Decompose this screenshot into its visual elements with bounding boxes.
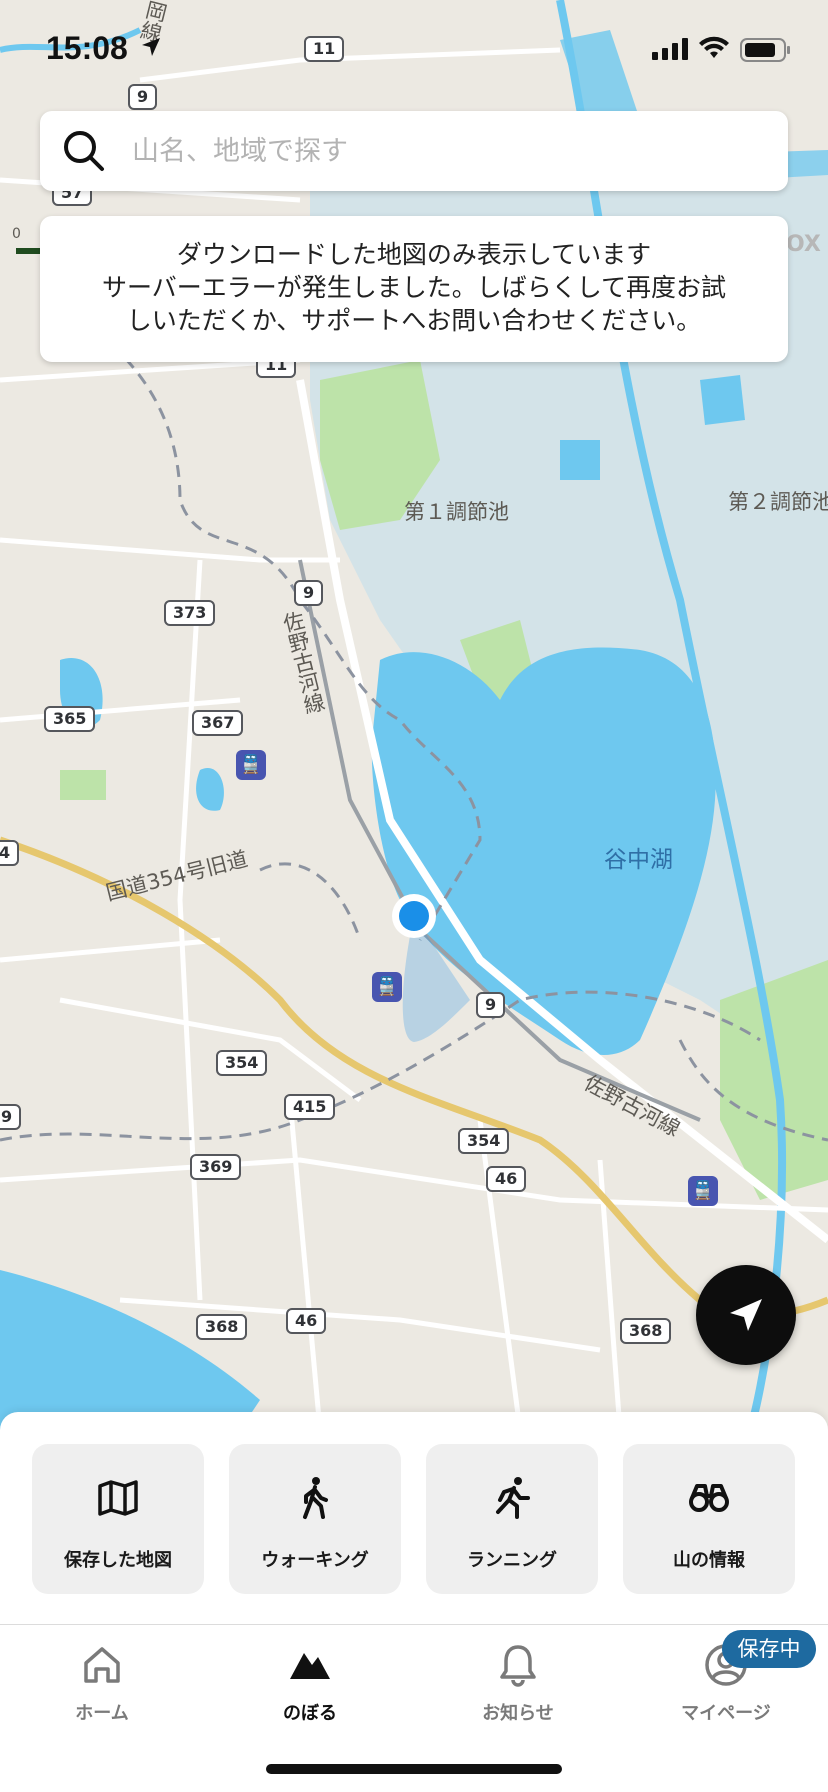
route-shield: 9 [476, 992, 506, 1018]
route-shield: 354 [458, 1128, 510, 1154]
route-shield: 9 [0, 1104, 22, 1130]
action-label: 保存した地図 [64, 1550, 172, 1571]
search-input[interactable] [132, 129, 752, 173]
tab-home[interactable]: ホーム [22, 1643, 182, 1743]
home-icon [84, 1647, 120, 1683]
tab-label: のぼる [283, 1703, 337, 1724]
notice-line: しいただくか、サポートへお問い合わせください。 [126, 306, 702, 335]
wifi-icon [699, 36, 729, 58]
quick-actions-sheet: 保存した地図 ウォーキング ランニング 山の情報 [0, 1412, 828, 1624]
map-label-pond1: 第１調節池 [404, 500, 509, 524]
search-icon [64, 131, 104, 171]
notice-line: サーバーエラーが発生しました。しばらくして再度お試 [101, 273, 726, 302]
notice-line: ダウンロードした地図のみ表示しています [176, 240, 652, 269]
search-bar[interactable] [40, 111, 788, 191]
battery-icon [740, 38, 790, 62]
tab-label: マイページ [681, 1703, 771, 1724]
route-shield: 9 [294, 580, 324, 606]
train-station-icon[interactable]: 🚆 [688, 1176, 718, 1206]
route-shield: 46 [286, 1308, 327, 1334]
map-label-pond2: 第２調節池 [728, 490, 828, 514]
tab-climb[interactable]: のぼる [230, 1643, 390, 1743]
offline-notice: ダウンロードした地図のみ表示しています サーバーエラーが発生しました。しばらくし… [40, 216, 788, 362]
route-shield: 369 [190, 1154, 242, 1180]
action-label: ウォーキング [261, 1550, 369, 1571]
route-shield: 365 [44, 706, 96, 732]
navigation-arrow-icon [730, 1299, 762, 1331]
route-shield: 373 [164, 600, 216, 626]
running-icon [496, 1477, 530, 1519]
route-shield: 367 [192, 710, 244, 736]
running-button[interactable]: ランニング [426, 1444, 598, 1594]
train-station-icon[interactable]: 🚆 [372, 972, 402, 1002]
cellular-signal-icon [652, 38, 688, 60]
train-station-icon[interactable]: 🚆 [236, 750, 266, 780]
home-indicator[interactable] [266, 1764, 562, 1774]
map-view[interactable]: 第１調節池 第２調節池 谷中湖 佐野古河線 佐野古河線 国道354号旧道 岡線 … [0, 0, 828, 1430]
action-label: ランニング [467, 1550, 557, 1571]
route-shield: 415 [284, 1094, 336, 1120]
map-label-lake: 谷中湖 [604, 847, 673, 873]
walking-icon [303, 1477, 328, 1519]
current-location-button[interactable] [696, 1265, 796, 1365]
status-time: 15:08 [46, 30, 128, 66]
map-scale-zero: 0 [12, 226, 21, 242]
map-logo-fragment: OX [786, 232, 821, 257]
tab-notifications[interactable]: お知らせ [438, 1643, 598, 1743]
tab-label: ホーム [75, 1703, 129, 1724]
route-shield: 354 [216, 1050, 268, 1076]
mountain-icon [290, 1653, 330, 1679]
tab-label: お知らせ [482, 1703, 554, 1724]
route-shield: 4 [0, 840, 20, 866]
binoculars-icon [689, 1484, 729, 1512]
action-label: 山の情報 [673, 1550, 745, 1571]
location-arrow-icon [142, 38, 160, 56]
route-shield: 368 [196, 1314, 248, 1340]
walking-button[interactable]: ウォーキング [229, 1444, 401, 1594]
map-canvas[interactable] [0, 0, 828, 1430]
saving-status-badge: 保存中 [722, 1630, 816, 1668]
route-shield: 46 [486, 1166, 527, 1192]
route-shield: 368 [620, 1318, 672, 1344]
status-bar: 15:08 [0, 0, 828, 100]
mountain-info-button[interactable]: 山の情報 [623, 1444, 795, 1594]
saved-maps-button[interactable]: 保存した地図 [32, 1444, 204, 1594]
map-icon [98, 1480, 138, 1516]
bell-icon [500, 1645, 536, 1687]
